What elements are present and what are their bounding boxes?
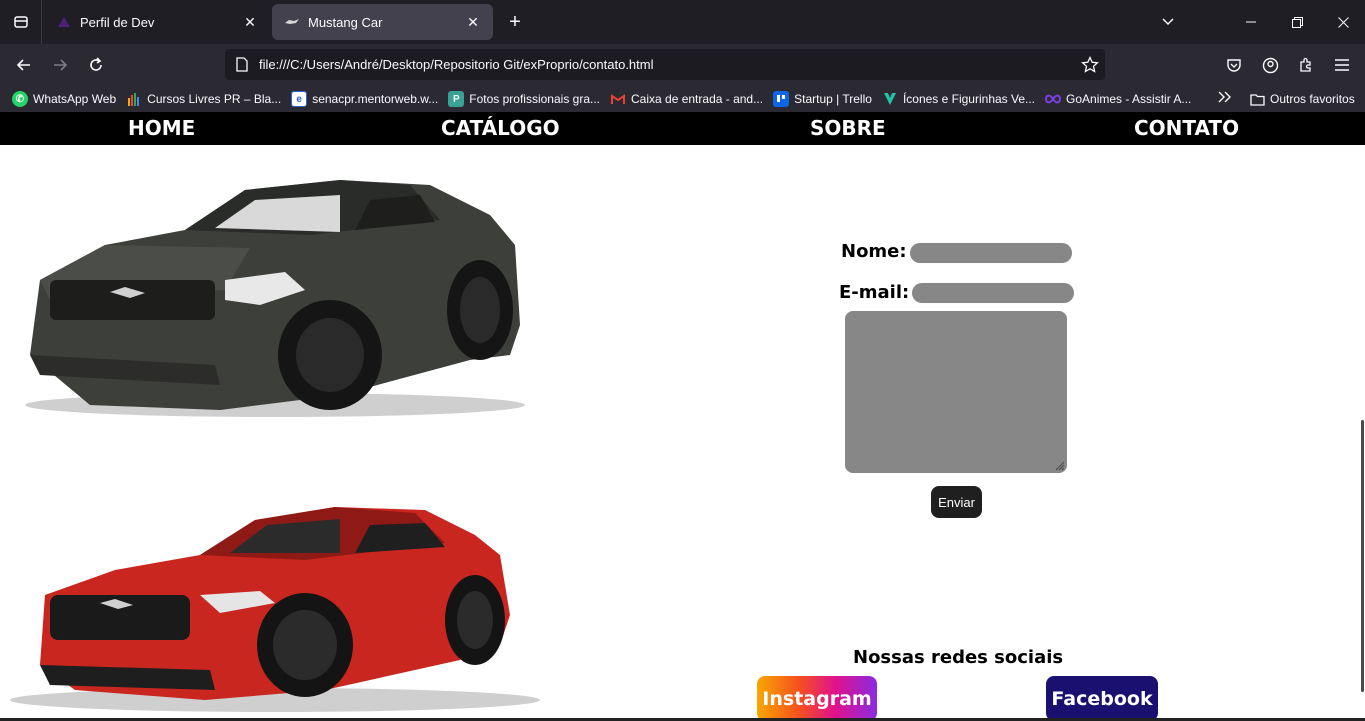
bookmark-cursos-livres[interactable]: Cursos Livres PR – Bla... (126, 91, 281, 107)
new-tab-button[interactable]: + (500, 8, 530, 36)
bookmark-label: Cursos Livres PR – Bla... (147, 92, 282, 106)
reload-button[interactable] (81, 50, 111, 80)
bookmark-label: senacpr.mentorweb.w... (312, 92, 439, 106)
tab-perfil-de-dev[interactable]: Perfil de Dev ✕ (44, 4, 270, 40)
vector-icon (882, 91, 898, 107)
resize-handle-icon[interactable] (1053, 459, 1065, 471)
page-scrollbar[interactable] (1361, 420, 1364, 692)
account-icon[interactable] (1255, 50, 1285, 80)
folder-icon (1250, 93, 1265, 106)
back-button[interactable] (9, 50, 39, 80)
close-window-button[interactable] (1320, 0, 1365, 44)
other-bookmarks-label: Outros favoritos (1270, 92, 1355, 106)
tab-title: Mustang Car (308, 14, 383, 30)
gmail-icon (610, 91, 626, 107)
close-tab-icon[interactable]: ✕ (465, 14, 481, 30)
mustang-favicon-icon (284, 14, 300, 30)
forward-button[interactable] (45, 50, 75, 80)
tab-list-icon (13, 16, 28, 28)
photo-icon: P (448, 91, 465, 107)
message-textarea[interactable] (845, 311, 1067, 473)
reload-icon (90, 57, 102, 71)
tab-mustang-car[interactable]: Mustang Car ✕ (272, 4, 493, 40)
extensions-icon[interactable] (1291, 50, 1321, 80)
tab-title: Perfil de Dev (80, 14, 155, 30)
bookmark-icones[interactable]: Ícones e Figurinhas Ve... (882, 91, 1035, 107)
back-arrow-icon (16, 59, 30, 71)
instagram-button[interactable]: Instagram (757, 676, 877, 721)
bookmark-label: Ícones e Figurinhas Ve... (902, 92, 1036, 106)
menu-icon[interactable] (1327, 50, 1357, 80)
bookmark-gmail[interactable]: Caixa de entrada - and... (610, 91, 763, 107)
bookmark-label: Startup | Trello (794, 92, 872, 106)
name-input[interactable] (910, 243, 1072, 263)
bookmark-trello[interactable]: Startup | Trello (773, 91, 872, 107)
bookmarks-overflow-icon[interactable] (1218, 90, 1232, 106)
whatsapp-icon: ✆ (12, 91, 28, 107)
site-nav: HOME CATÁLOGO SOBRE CONTATO (0, 112, 1365, 145)
email-label: E-mail: (839, 282, 910, 303)
bookmark-goanimes[interactable]: GoAnimes - Assistir A... (1045, 91, 1191, 107)
gray-mustang-image (25, 180, 525, 417)
tab-overflow-chevron-icon[interactable] (1145, 0, 1191, 44)
send-button[interactable]: Enviar (931, 486, 982, 518)
trello-icon (773, 91, 790, 107)
dev-favicon-icon (56, 14, 72, 30)
name-label: Nome: (841, 241, 907, 262)
bookmark-label: WhatsApp Web (33, 92, 117, 106)
bookmark-label: Caixa de entrada - and... (631, 92, 764, 106)
nav-home-link[interactable]: HOME (128, 116, 195, 140)
red-mustang-image (10, 507, 540, 712)
list-all-tabs-button[interactable] (0, 0, 42, 44)
nav-catalog-link[interactable]: CATÁLOGO (441, 116, 560, 140)
restore-button[interactable] (1274, 0, 1320, 44)
url-text[interactable]: file:///C:/Users/André/Desktop/Repositor… (259, 57, 1075, 72)
tab-bar: Perfil de Dev ✕ Mustang Car ✕ + (0, 0, 1365, 44)
page-icon (233, 56, 251, 74)
bookmark-label: Fotos profissionais gra... (469, 92, 601, 106)
bookmark-label: GoAnimes - Assistir A... (1066, 92, 1192, 106)
bar-chart-icon (126, 91, 142, 107)
email-input[interactable] (912, 283, 1074, 303)
close-tab-icon[interactable]: ✕ (242, 14, 258, 30)
minimize-button[interactable] (1228, 0, 1274, 44)
bookmarks-toolbar: ✆ WhatsApp Web Cursos Livres PR – Bla...… (0, 86, 1365, 112)
nav-about-link[interactable]: SOBRE (810, 116, 886, 140)
address-bar[interactable]: file:///C:/Users/André/Desktop/Repositor… (225, 49, 1105, 80)
facebook-button[interactable]: Facebook (1046, 676, 1158, 721)
nav-contact-link[interactable]: CONTATO (1134, 116, 1239, 140)
e-icon: e (291, 91, 308, 107)
bookmark-senacpr[interactable]: e senacpr.mentorweb.w... (291, 91, 438, 107)
bookmark-star-icon[interactable] (1075, 55, 1105, 74)
bookmark-fotos[interactable]: P Fotos profissionais gra... (448, 91, 600, 107)
pocket-icon[interactable] (1219, 50, 1249, 80)
other-bookmarks-folder[interactable]: Outros favoritos (1250, 86, 1355, 112)
bookmark-whatsapp[interactable]: ✆ WhatsApp Web (12, 91, 116, 107)
forward-arrow-icon (54, 59, 68, 71)
infinity-icon (1045, 91, 1062, 107)
social-section-title: Nossas redes sociais (853, 647, 1064, 668)
